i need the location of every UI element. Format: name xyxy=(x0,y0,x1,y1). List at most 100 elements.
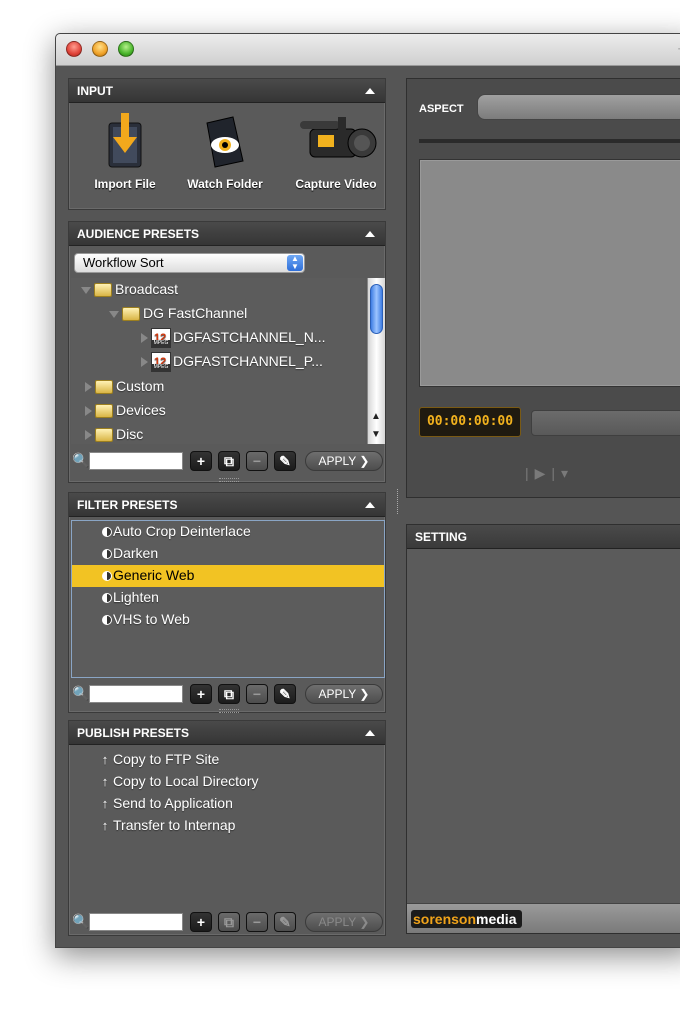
filter-item-auto-crop[interactable]: Auto Crop Deinterlace xyxy=(72,521,384,543)
publish-arrow-icon: ↑ xyxy=(101,796,109,811)
sort-dropdown[interactable]: Workflow Sort ▲ ▼ xyxy=(74,253,305,273)
audience-search-input[interactable] xyxy=(89,452,183,470)
remove-preset-button[interactable]: − xyxy=(246,451,268,471)
minimize-button[interactable] xyxy=(92,41,108,57)
folder-open-icon xyxy=(94,283,112,298)
edit-preset-button[interactable]: ✎ xyxy=(274,451,296,471)
divider xyxy=(419,139,680,143)
mpeg-preset-icon: 12 MPEG xyxy=(151,352,171,373)
audience-apply-button[interactable]: APPLY ❯ xyxy=(305,451,383,471)
tree-item-label: Custom xyxy=(116,378,165,394)
add-publish-button[interactable]: + xyxy=(190,912,212,932)
publish-search-input[interactable] xyxy=(89,913,183,931)
disclosure-closed-icon[interactable] xyxy=(85,406,92,417)
filter-icon xyxy=(102,527,112,537)
play-icon[interactable]: |▶| xyxy=(525,465,561,481)
tree-item-broadcast[interactable]: Broadcast xyxy=(81,278,178,302)
filter-item-darken[interactable]: Darken xyxy=(72,543,384,565)
zoom-button[interactable] xyxy=(118,41,134,57)
close-button[interactable] xyxy=(66,41,82,57)
watch-folder-button[interactable]: Watch Folder xyxy=(175,109,275,191)
publish-apply-button[interactable]: APPLY ❯ xyxy=(305,912,383,932)
disclosure-closed-icon[interactable] xyxy=(141,333,148,344)
capture-video-icon xyxy=(283,109,389,173)
audience-panel-header: AUDIENCE PRESETS xyxy=(69,222,385,246)
input-panel: INPUT Import File Watch Folder Capture V… xyxy=(68,78,386,210)
disclosure-open-icon[interactable] xyxy=(109,310,119,318)
capture-video-label: Capture Video xyxy=(295,177,377,191)
scroll-up-icon[interactable]: ▲ xyxy=(371,411,381,422)
collapse-filter-icon[interactable] xyxy=(365,502,375,508)
filter-item-lighten[interactable]: Lighten xyxy=(72,587,384,609)
publish-arrow-icon: ↑ xyxy=(101,774,109,789)
resize-grip[interactable] xyxy=(219,709,239,713)
publish-presets-panel: PUBLISH PRESETS ↑ Copy to FTP Site ↑ Copy … xyxy=(68,720,386,936)
tree-item-label: DG FastChannel xyxy=(143,305,248,321)
tree-item-dg-fastchannel[interactable]: DG FastChannel xyxy=(109,302,247,326)
duplicate-preset-button[interactable]: ⧉ xyxy=(218,451,240,471)
filter-apply-button[interactable]: APPLY ❯ xyxy=(305,684,383,704)
remove-filter-button[interactable]: − xyxy=(246,684,268,704)
tree-item-label: DGFASTCHANNEL_N... xyxy=(173,329,326,345)
capture-video-button[interactable]: Capture Video xyxy=(283,109,389,191)
publish-item-internap[interactable]: ↑ Transfer to Internap xyxy=(99,815,236,837)
resize-grip[interactable] xyxy=(219,478,239,482)
duplicate-filter-button[interactable]: ⧉ xyxy=(218,684,240,704)
search-icon: 🔍 xyxy=(72,452,90,468)
sort-dropdown-value: Workflow Sort xyxy=(83,255,164,270)
menu-arrow-icon[interactable]: ▾ xyxy=(561,465,574,481)
audience-presets-panel: AUDIENCE PRESETS Workflow Sort ▲ ▼ Broadc… xyxy=(68,221,386,483)
publish-item-application[interactable]: ↑ Send to Application xyxy=(99,793,233,815)
disclosure-closed-icon[interactable] xyxy=(85,430,92,441)
tree-item-devices[interactable]: Devices xyxy=(85,399,166,423)
folder-open-icon xyxy=(122,307,140,322)
input-panel-title: INPUT xyxy=(77,84,113,98)
mpeg-preset-icon: 12 MPEG xyxy=(151,328,171,349)
publish-item-local[interactable]: ↑ Copy to Local Directory xyxy=(99,771,259,793)
filter-search-input[interactable] xyxy=(89,685,183,703)
tree-item-label: DGFASTCHANNEL_P... xyxy=(173,353,323,369)
scroll-down-icon[interactable]: ▼ xyxy=(371,429,381,440)
scrub-bar[interactable] xyxy=(531,410,680,436)
transport-controls: |▶|▾ xyxy=(525,465,574,482)
sorenson-media-logo: sorensonmedia xyxy=(411,910,523,928)
scroll-thumb[interactable] xyxy=(370,284,383,334)
audience-toolbar: 🔍 + ⧉ − ✎ APPLY ❯ xyxy=(69,448,385,474)
import-file-button[interactable]: Import File xyxy=(75,109,175,191)
disclosure-closed-icon[interactable] xyxy=(85,382,92,393)
filter-icon xyxy=(102,615,112,625)
edit-filter-button[interactable]: ✎ xyxy=(274,684,296,704)
split-view-grip[interactable] xyxy=(397,489,400,514)
publish-arrow-icon: ↑ xyxy=(101,752,109,767)
watch-folder-icon xyxy=(175,109,275,173)
edit-publish-button[interactable]: ✎ xyxy=(274,912,296,932)
tree-item-disc[interactable]: Disc xyxy=(85,423,143,444)
audience-scrollbar[interactable]: ▲ ▼ xyxy=(367,278,385,444)
add-preset-button[interactable]: + xyxy=(190,451,212,471)
tree-item-preset-p[interactable]: 12 MPEG DGFASTCHANNEL_P... xyxy=(141,350,323,374)
filter-item-vhs-to-web[interactable]: VHS to Web xyxy=(72,609,384,631)
disclosure-open-icon[interactable] xyxy=(81,286,91,294)
aspect-label: ASPECT xyxy=(419,103,464,115)
folder-icon xyxy=(95,428,113,443)
collapse-audience-icon[interactable] xyxy=(365,231,375,237)
audience-panel-title: AUDIENCE PRESETS xyxy=(77,227,200,241)
disclosure-closed-icon[interactable] xyxy=(141,357,148,368)
tree-item-label: Disc xyxy=(116,426,144,442)
publish-panel-title: PUBLISH PRESETS xyxy=(77,726,190,740)
preview-panel: ASPECT 00:00:00:00 |▶|▾ xyxy=(406,78,680,498)
collapse-input-icon[interactable] xyxy=(365,88,375,94)
watch-folder-label: Watch Folder xyxy=(187,177,263,191)
filter-icon xyxy=(102,571,112,581)
timecode-display: 00:00:00:00 xyxy=(419,407,521,437)
aspect-field[interactable] xyxy=(477,94,680,120)
collapse-publish-icon[interactable] xyxy=(365,730,375,736)
tree-item-label: Broadcast xyxy=(115,281,179,297)
remove-publish-button[interactable]: − xyxy=(246,912,268,932)
add-filter-button[interactable]: + xyxy=(190,684,212,704)
filter-item-generic-web[interactable]: Generic Web xyxy=(72,565,384,587)
tree-item-preset-n[interactable]: 12 MPEG DGFASTCHANNEL_N... xyxy=(141,326,325,350)
duplicate-publish-button[interactable]: ⧉ xyxy=(218,912,240,932)
tree-item-custom[interactable]: Custom xyxy=(85,375,164,399)
publish-item-ftp[interactable]: ↑ Copy to FTP Site xyxy=(99,749,220,771)
